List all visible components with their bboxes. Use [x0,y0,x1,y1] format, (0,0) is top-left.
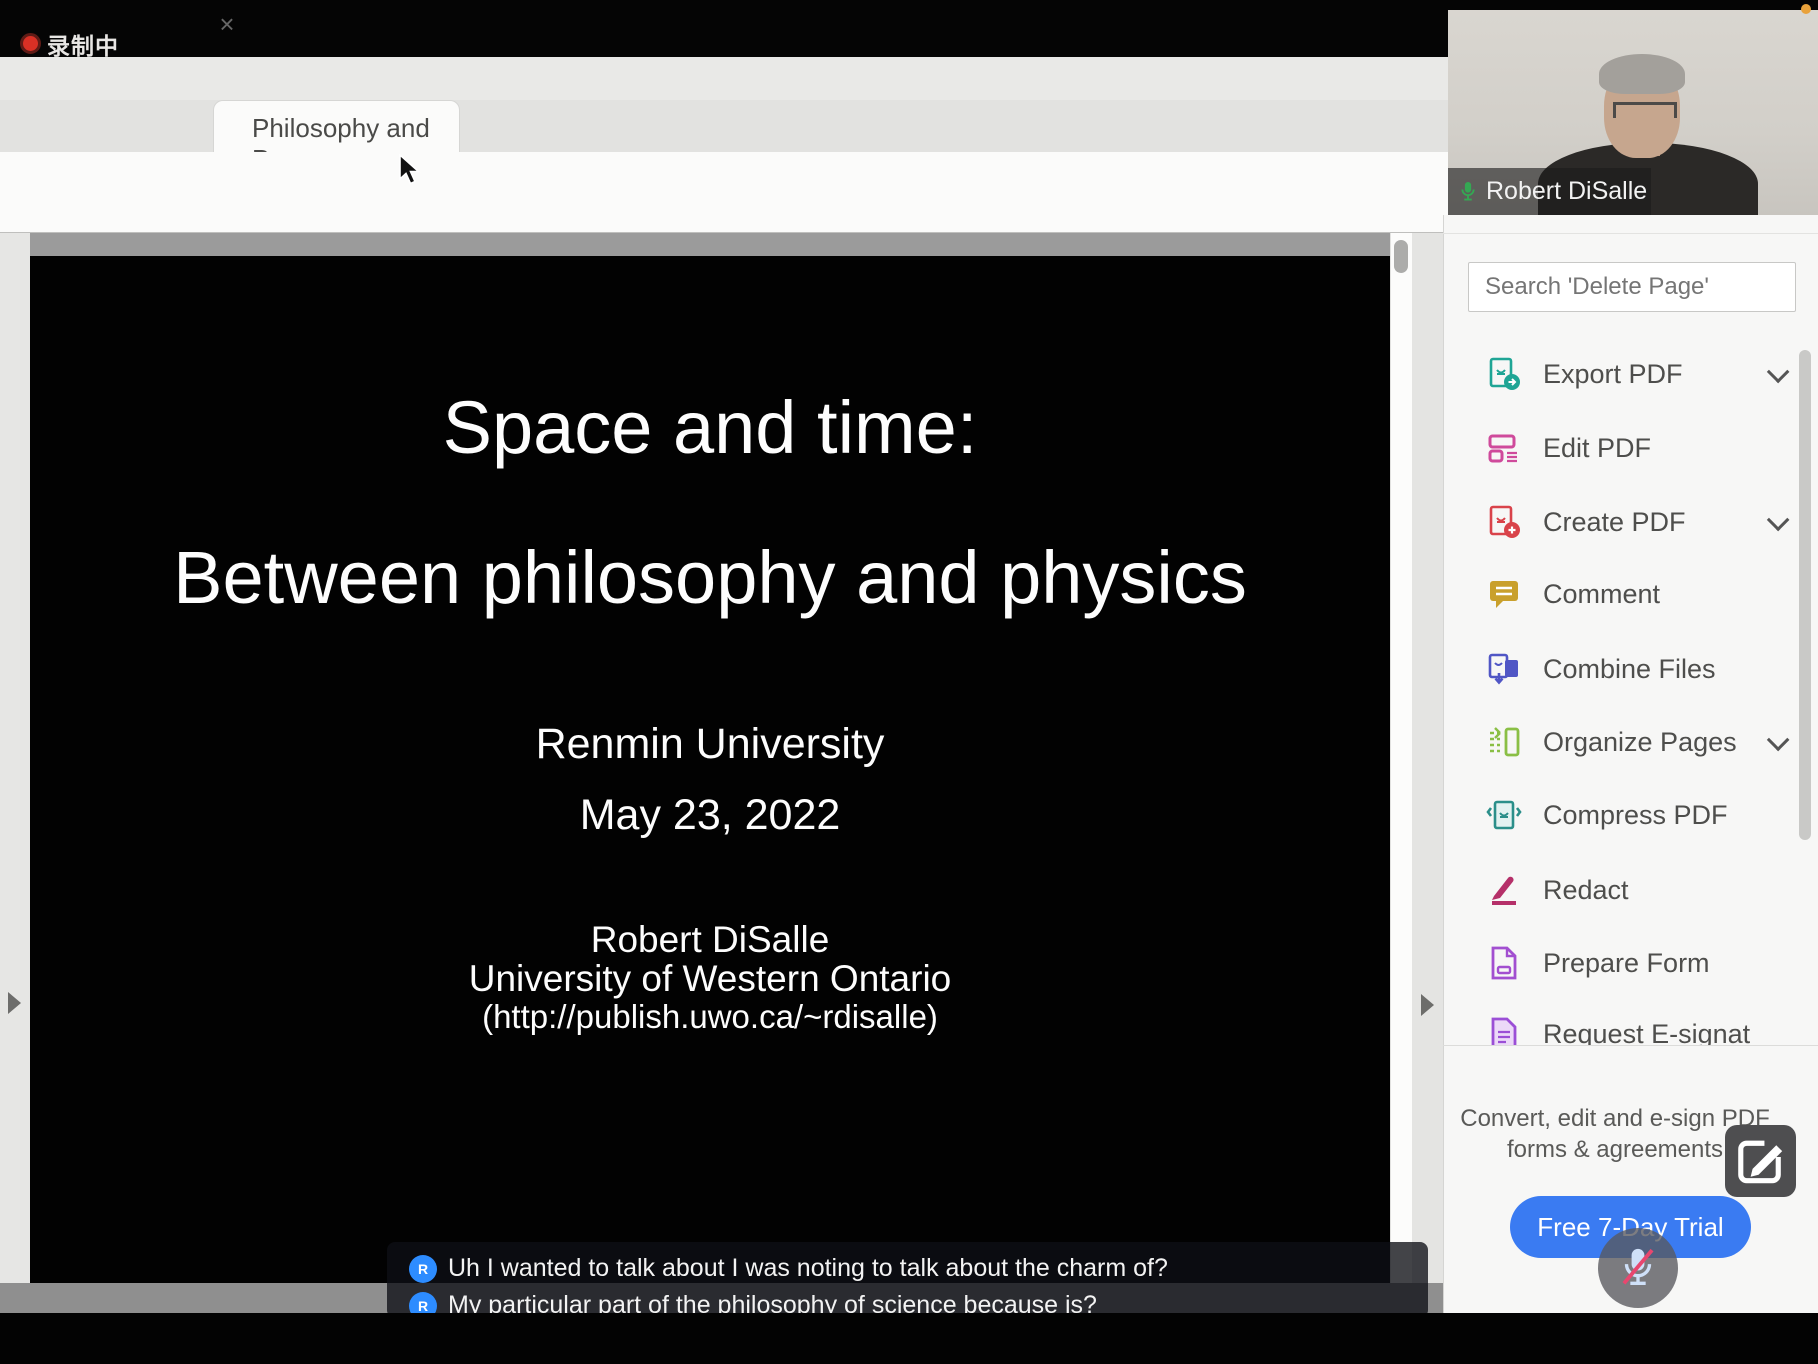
mic-on-icon [1461,181,1475,200]
expand-left-panel-icon[interactable] [8,992,21,1014]
participant-name-label: Robert DiSalle [1448,168,1651,215]
prepare-form-icon [1491,946,1517,980]
sidebar-item-create-pdf[interactable]: Create PDF [1486,503,1798,541]
sidebar-item-label: Comment [1543,578,1661,609]
expand-tools-panel-icon[interactable] [1421,994,1434,1016]
sidebar-search-input[interactable] [1468,262,1796,312]
slide-date: May 23, 2022 [579,791,841,839]
document-scrollbar-thumb[interactable] [1394,240,1408,273]
export-pdf-icon [1489,357,1520,390]
sidebar-item-request-esignature[interactable]: Request E-signat [1486,1015,1798,1045]
camera-indicator-dot [1801,4,1811,14]
e-sign-icon[interactable] [1725,1125,1796,1197]
left-panel-gutter [0,233,30,1313]
edit-pdf-icon [1488,434,1517,463]
caption-overlay: R Uh I wanted to talk about I was noting… [387,1242,1428,1320]
sidebar-scrollbar-thumb[interactable] [1799,350,1811,840]
sidebar-item-label: Compress PDF [1543,799,1728,830]
slide-url: (http://publish.uwo.ca/~rdisalle) [482,998,938,1035]
mic-muted-icon[interactable] [1598,1228,1678,1308]
request-esign-icon [1491,1017,1517,1045]
presenter-hair [1599,54,1685,94]
sidebar-tool-list: Export PDF Edit PDF Create PDF Comment C… [1443,340,1818,1045]
organize-pages-icon [1490,727,1520,757]
create-pdf-icon [1489,505,1520,538]
sidebar-item-comment[interactable]: Comment [1486,575,1798,613]
slide-author: Robert DiSalle [590,919,830,960]
sidebar-item-label: Combine Files [1543,653,1716,684]
caption-line: R Uh I wanted to talk about I was noting… [409,1254,1168,1283]
application-window: 录制中 Philosophy and Physics 2022.pdf Home… [0,0,1818,1364]
sidebar-item-organize-pages[interactable]: Organize Pages [1486,723,1798,761]
chevron-down-icon[interactable] [1766,360,1790,384]
comment-icon [1490,581,1518,608]
sidebar-item-redact[interactable]: Redact [1486,871,1798,909]
bottom-black-bar [0,1313,1818,1364]
presenter-glasses [1613,102,1677,118]
slide-venue: Renmin University [535,720,885,768]
chevron-down-icon[interactable] [1766,728,1790,752]
webcam-video[interactable]: Robert DiSalle [1448,10,1818,215]
slide-title-line1: Space and time: [442,386,978,469]
sidebar-item-edit-pdf[interactable]: Edit PDF [1486,429,1798,467]
document-scrollbar[interactable] [1390,233,1412,1313]
sidebar-item-label: Organize Pages [1543,726,1737,757]
chevron-down-icon[interactable] [1766,508,1790,532]
right-panel-gutter [1412,233,1443,1313]
mouse-cursor-icon [399,154,421,185]
recording-dot-icon [20,33,41,54]
sidebar-item-prepare-form[interactable]: Prepare Form [1486,944,1798,982]
sidebar-item-label: Request E-signat [1543,1018,1751,1046]
sidebar-item-label: Export PDF [1543,358,1683,389]
sidebar-item-export-pdf[interactable]: Export PDF [1486,355,1798,393]
recording-label: 录制中 [47,33,119,59]
caption-avatar: R [409,1254,437,1283]
caption-text: Uh I wanted to talk about I was noting t… [448,1254,1168,1282]
sidebar-item-combine-files[interactable]: Combine Files [1486,650,1798,688]
sidebar-top-divider [1443,233,1818,234]
sidebar-item-compress-pdf[interactable]: Compress PDF [1486,796,1798,834]
compress-pdf-icon [1486,800,1522,830]
combine-files-icon [1488,653,1518,685]
slide-affiliation: University of Western Ontario [468,958,952,999]
pdf-page: Space and time: Between philosophy and p… [30,256,1390,1283]
tab-document[interactable]: Philosophy and P... [213,100,460,174]
sidebar-item-label: Prepare Form [1543,947,1710,978]
tab-close-icon[interactable]: × [213,9,241,43]
document-viewport: Space and time: Between philosophy and p… [30,233,1390,1313]
sidebar-item-label: Edit PDF [1543,432,1652,463]
slide-title-line2: Between philosophy and physics [173,536,1247,619]
sidebar-item-label: Create PDF [1543,506,1686,537]
sidebar-divider [1443,1045,1818,1046]
sidebar-item-label: Redact [1543,874,1629,905]
redact-icon [1492,876,1516,905]
participant-name: Robert DiSalle [1486,177,1648,205]
